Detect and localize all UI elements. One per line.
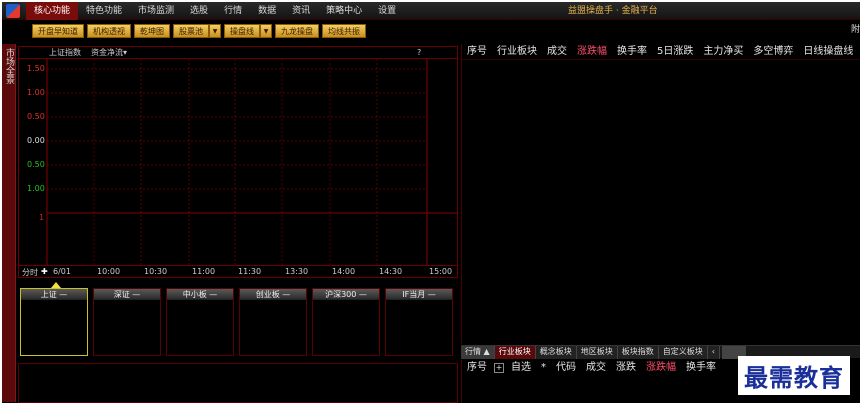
toolbar-button-open-preview[interactable]: 开盘早知道 [32,24,84,38]
main-menu: 核心功能 特色功能 市场监测 选股 行情 数据 资讯 策略中心 设置 [26,2,404,20]
index-card-value: — [358,290,367,299]
index-card-name: 沪深300 [325,290,357,299]
stock-pool-dropdown-icon[interactable]: ▼ [209,24,221,38]
sector-tab[interactable]: 地区板块 [576,346,618,359]
time-tick: 11:00 [192,267,216,276]
index-card-sme[interactable]: 中小板 — [166,288,234,356]
time-tick: 10:30 [144,267,168,276]
index-card-value: — [427,290,436,299]
intraday-chart: 上证指数 资金净流▾ ? 1.50 1.00 0.50 0.00 0.50 1.… [18,46,458,278]
stock-column-header[interactable]: 换手率 [681,360,721,376]
time-tick: 14:30 [379,267,403,276]
sector-tab[interactable]: 板块指数 [617,346,659,359]
index-card-shenzhen[interactable]: 深证 — [93,288,161,356]
time-axis-mode[interactable]: 分时 [22,267,38,278]
side-tab-label: 市场全景 [4,48,14,84]
menu-item[interactable]: 市场监测 [130,2,182,20]
side-tab-market-overview[interactable]: 市场全景 [2,44,16,402]
index-card-name: 上证 [40,290,57,299]
index-card-hs300[interactable]: 沪深300 — [312,288,380,356]
toolbar: 开盘早知道 机构透视 乾坤图 股票池 ▼ 操盘线 ▼ 九龙操盘 均线共振 [32,24,366,38]
stock-column-header[interactable]: 自选 [506,360,536,376]
index-card-shanghai[interactable]: 上证 — [20,288,88,356]
stock-column-header[interactable]: 涨跌 [611,360,641,376]
sector-table: 序号行业板块成交涨跌幅换手率5日涨跌主力净买多空博弈日线操盘线平均 [461,44,860,344]
app-title: 益盟操盘手 · 金融平台 [568,6,658,16]
index-card-chinext[interactable]: 创业板 — [239,288,307,356]
time-tick: 11:30 [238,267,262,276]
time-tick: 14:00 [332,267,356,276]
toolbar-button-trade-line[interactable]: 操盘线 [224,24,260,38]
time-tick: 15:00 [429,267,453,276]
y-tick-label: 1.50 [27,64,45,73]
menu-bar: 核心功能 特色功能 市场监测 选股 行情 数据 资讯 策略中心 设置 益盟操盘手 · 金融平台 [2,2,860,20]
sector-column-header[interactable]: 成交 [542,44,572,59]
sector-table-header: 序号行业板块成交涨跌幅换手率5日涨跌主力净买多空博弈日线操盘线平均 [462,44,860,60]
index-card-value: — [132,290,141,299]
index-card-name: 中小板 [182,290,207,299]
chart-index-name: 上证指数 [49,48,81,57]
time-tick: 13:30 [285,267,309,276]
time-tick: 10:00 [97,267,121,276]
sector-column-header[interactable]: 主力净买 [698,44,748,59]
y-tick-label: 1.00 [27,184,45,193]
time-axis-date: 6/01 [53,267,71,276]
toolbar-button-ma-resonance[interactable]: 均线共振 [322,24,366,38]
corner-label: 附 [850,25,860,35]
y-tick-label: 0.50 [27,112,45,121]
index-card-name: IF当月 [402,290,426,299]
time-axis: 分时 ✚ 6/01 10:00 10:30 11:00 11:30 13:30 … [19,265,457,278]
toolbar-button-institution[interactable]: 机构透视 [87,24,131,38]
toolbar-button-jiulong[interactable]: 九龙操盘 [275,24,319,38]
menu-item[interactable]: 资讯 [284,2,318,20]
sector-column-header[interactable]: 日线操盘线 [798,44,858,59]
menu-item[interactable]: 数据 [250,2,284,20]
index-card-name: 创业板 [255,290,280,299]
app-window: 核心功能 特色功能 市场监测 选股 行情 数据 资讯 策略中心 设置 益盟操盘手 · 金融平台 … [2,2,860,403]
sector-tab[interactable]: ‹ [707,346,720,359]
sector-column-header[interactable]: 换手率 [612,44,652,59]
sector-column-header[interactable]: 5日涨跌 [652,44,698,59]
sector-column-header[interactable]: 行业板块 [492,44,542,59]
index-card-if-current[interactable]: IF当月 — [385,288,453,356]
bottom-left-panel [18,363,458,403]
index-card-name: 深证 [113,290,130,299]
stock-column-header[interactable]: 成交 [581,360,611,376]
toolbar-button-qiankun[interactable]: 乾坤图 [134,24,170,38]
index-card-value: — [209,290,218,299]
stock-column-header[interactable]: 涨跌幅 [641,360,681,376]
sector-column-header[interactable]: 序号 [462,44,492,59]
sector-tab[interactable]: 行业板块 [494,346,536,359]
trade-line-dropdown-icon[interactable]: ▼ [260,24,272,38]
menu-item[interactable]: 选股 [182,2,216,20]
menu-item[interactable]: 核心功能 [26,2,79,20]
lower-pane-tick: 1 [39,213,45,222]
sector-column-header[interactable]: 多空博弈 [748,44,798,59]
menu-item[interactable]: 设置 [370,2,404,20]
app-logo-icon [6,4,20,18]
sector-column-header[interactable]: 涨跌幅 [572,44,612,59]
chart-header: 上证指数 资金净流▾ ? [19,47,457,59]
stock-column-header[interactable]: 序号 [462,360,492,376]
time-axis-arrow-icon[interactable]: ✚ [41,267,48,276]
y-tick-label: 0.00 [27,136,45,145]
y-tick-label: 1.00 [27,88,45,97]
menu-item[interactable]: 行情 [216,2,250,20]
add-column-icon[interactable]: + [494,363,504,373]
y-tick-label: 0.50 [27,160,45,169]
chart-grid [46,59,457,265]
sector-tab[interactable]: 行情 ▲ [461,346,495,359]
index-card-value: — [59,290,68,299]
stock-column-header[interactable]: 代码 [551,360,581,376]
menu-item[interactable]: 策略中心 [318,2,370,20]
stock-column-header[interactable]: * [536,360,551,376]
toolbar-button-stock-pool[interactable]: 股票池 [173,24,209,38]
chart-help-icon[interactable]: ? [417,47,421,59]
sector-tab[interactable]: 自定义板块 [658,346,708,359]
menu-item[interactable]: 特色功能 [78,2,130,20]
index-card-value: — [282,290,291,299]
chart-indicator-dropdown[interactable]: 资金净流▾ [91,47,127,59]
sector-tab[interactable]: 概念板块 [535,346,577,359]
watermark-logo: 最需教育 [738,356,850,395]
